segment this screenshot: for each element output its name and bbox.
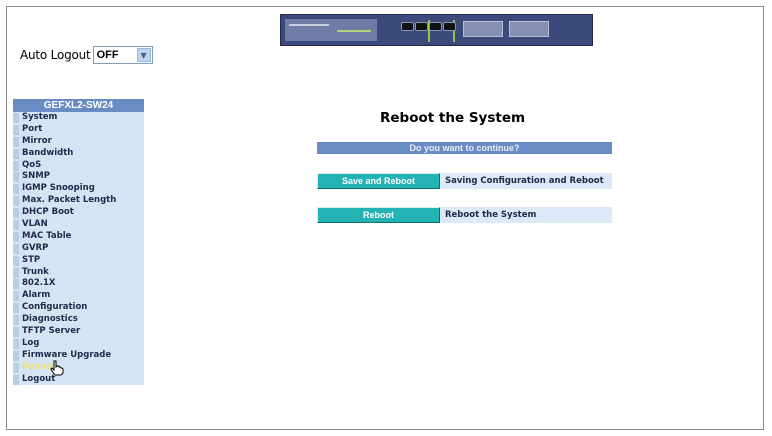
bullet-icon bbox=[13, 184, 19, 195]
sidebar-item-label: Logout bbox=[22, 373, 56, 384]
action-row: Reboot Reboot the System bbox=[317, 207, 612, 223]
sidebar-item-log[interactable]: Log bbox=[13, 338, 144, 350]
sidebar-item-label: Firmware Upgrade bbox=[22, 349, 112, 360]
sidebar-item-mac-table[interactable]: MAC Table bbox=[13, 231, 144, 243]
bullet-icon bbox=[13, 148, 19, 159]
bullet-icon bbox=[13, 255, 19, 266]
sidebar-item-8021x[interactable]: 802.1X bbox=[13, 278, 144, 290]
port-icon bbox=[443, 22, 456, 31]
sidebar-item-gvrp[interactable]: GVRP bbox=[13, 243, 144, 255]
auto-logout-select[interactable]: OFF ▼ bbox=[92, 46, 153, 64]
chevron-down-icon[interactable]: ▼ bbox=[136, 48, 151, 62]
auto-logout: Auto Logout OFF ▼ bbox=[20, 46, 153, 64]
sidebar-item-label: GVRP bbox=[22, 242, 49, 253]
sidebar-item-tftp-server[interactable]: TFTP Server bbox=[13, 326, 144, 338]
sidebar-item-label: Max. Packet Length bbox=[22, 195, 117, 206]
bullet-icon bbox=[13, 219, 19, 230]
sidebar-item-label: QoS bbox=[22, 159, 42, 170]
page-title: Reboot the System bbox=[380, 110, 526, 126]
bullet-icon bbox=[13, 291, 19, 302]
bullet-icon bbox=[13, 326, 19, 337]
sidebar-item-mirror[interactable]: Mirror bbox=[13, 136, 144, 148]
bullet-icon bbox=[13, 136, 19, 147]
bullet-icon bbox=[13, 315, 19, 326]
port-icon bbox=[415, 22, 428, 31]
sidebar-item-bandwidth[interactable]: Bandwidth bbox=[13, 148, 144, 160]
bullet-icon bbox=[13, 196, 19, 207]
sidebar-item-logout[interactable]: Logout bbox=[13, 374, 144, 386]
sidebar-item-label: Port bbox=[22, 123, 43, 134]
auto-logout-value: OFF bbox=[96, 49, 119, 61]
bullet-icon bbox=[13, 267, 19, 278]
bullet-icon bbox=[13, 350, 19, 361]
sidebar-item-vlan[interactable]: VLAN bbox=[13, 219, 144, 231]
sidebar-item-configuration[interactable]: Configuration bbox=[13, 302, 144, 314]
bullet-icon bbox=[13, 243, 19, 254]
reboot-button[interactable]: Reboot bbox=[317, 207, 440, 223]
sidebar-item-label: Mirror bbox=[22, 135, 52, 146]
device-detail bbox=[289, 24, 329, 26]
bullet-icon bbox=[13, 362, 19, 373]
sidebar-item-max-packet-length[interactable]: Max. Packet Length bbox=[13, 195, 144, 207]
sidebar-item-label: MAC Table bbox=[22, 230, 72, 241]
port-icon bbox=[401, 22, 414, 31]
bullet-icon bbox=[13, 172, 19, 183]
sidebar-item-label: DHCP Boot bbox=[22, 207, 74, 218]
sidebar-header: GEFXL2-SW24 bbox=[13, 99, 144, 112]
port-group-icon bbox=[509, 21, 549, 37]
sidebar-item-label: Configuration bbox=[22, 302, 88, 313]
sidebar-menu: GEFXL2-SW24 System Port Mirror Bandwidth… bbox=[13, 99, 144, 386]
sidebar-item-label: TFTP Server bbox=[22, 326, 81, 337]
sidebar-item-label: Alarm bbox=[22, 290, 51, 301]
bullet-icon bbox=[13, 279, 19, 290]
bullet-icon bbox=[13, 160, 19, 171]
sidebar-item-label: STP bbox=[22, 254, 41, 265]
sidebar-item-system[interactable]: System bbox=[13, 112, 144, 124]
bullet-icon bbox=[13, 231, 19, 242]
sidebar-item-trunk[interactable]: Trunk bbox=[13, 267, 144, 279]
action-description: Saving Configuration and Reboot bbox=[445, 176, 604, 186]
device-front-panel-image bbox=[280, 14, 593, 46]
sidebar-item-qos[interactable]: QoS bbox=[13, 160, 144, 172]
sidebar-item-label: Diagnostics bbox=[22, 314, 78, 325]
sidebar-item-igmp-snooping[interactable]: IGMP Snooping bbox=[13, 183, 144, 195]
save-and-reboot-button[interactable]: Save and Reboot bbox=[317, 173, 440, 189]
sidebar-item-dhcp-boot[interactable]: DHCP Boot bbox=[13, 207, 144, 219]
bullet-icon bbox=[13, 374, 19, 385]
sidebar-item-label: VLAN bbox=[22, 219, 48, 230]
bullet-icon bbox=[13, 303, 19, 314]
sidebar-item-alarm[interactable]: Alarm bbox=[13, 290, 144, 302]
sidebar-item-label: Bandwidth bbox=[22, 147, 74, 158]
sidebar-item-label: IGMP Snooping bbox=[22, 183, 95, 194]
auto-logout-label: Auto Logout bbox=[20, 48, 91, 62]
sidebar-item-snmp[interactable]: SNMP bbox=[13, 171, 144, 183]
port-group-icon bbox=[463, 21, 503, 37]
sidebar-item-port[interactable]: Port bbox=[13, 124, 144, 136]
sidebar-item-label: Log bbox=[22, 337, 40, 348]
sidebar-item-label: SNMP bbox=[22, 171, 50, 182]
sidebar-item-label: System bbox=[22, 112, 58, 122]
bullet-icon bbox=[13, 124, 19, 135]
sidebar-item-label: Trunk bbox=[22, 266, 49, 277]
bullet-icon bbox=[13, 208, 19, 219]
port-icon bbox=[429, 22, 442, 31]
action-row: Save and Reboot Saving Configuration and… bbox=[317, 173, 612, 189]
sidebar-item-reboot[interactable]: Reboot bbox=[13, 360, 144, 376]
bullet-icon bbox=[13, 112, 19, 123]
confirm-question: Do you want to continue? bbox=[317, 142, 612, 154]
sidebar-item-stp[interactable]: STP bbox=[13, 255, 144, 267]
bullet-icon bbox=[13, 338, 19, 349]
sidebar-item-label: 802.1X bbox=[22, 278, 56, 289]
device-detail bbox=[337, 30, 371, 32]
action-description: Reboot the System bbox=[445, 210, 537, 220]
sidebar-item-diagnostics[interactable]: Diagnostics bbox=[13, 314, 144, 326]
sidebar-item-firmware-upgrade[interactable]: Firmware Upgrade bbox=[13, 350, 144, 362]
